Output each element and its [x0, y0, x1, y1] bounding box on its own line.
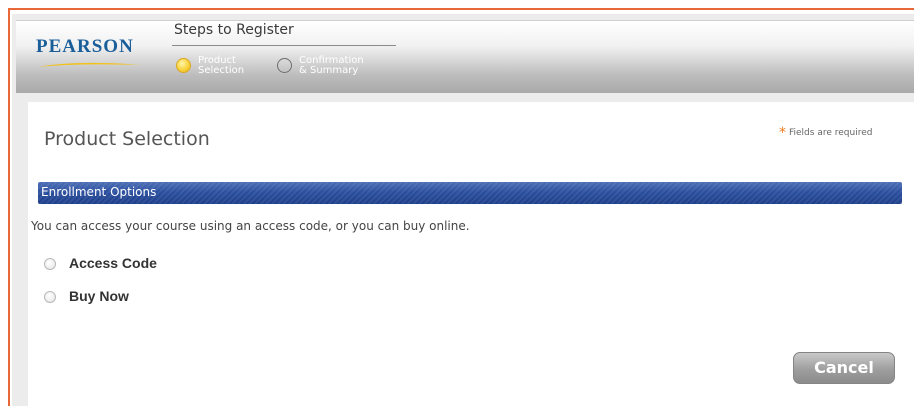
- required-fields-note: * Fields are required: [779, 125, 872, 141]
- required-note-text: Fields are required: [789, 128, 873, 138]
- registration-header: [16, 20, 914, 93]
- option-label[interactable]: Buy Now: [69, 288, 129, 304]
- access-code-radio[interactable]: [44, 258, 56, 270]
- pearson-logo: PEARSON: [30, 28, 150, 72]
- cancel-button[interactable]: Cancel: [793, 352, 895, 384]
- step-label: Product Selection: [198, 56, 278, 76]
- step-label: Confirmation & Summary: [299, 56, 379, 76]
- required-star-icon: *: [779, 125, 786, 141]
- logo-swoosh-icon: [38, 62, 142, 67]
- step-label-line2: Selection: [198, 65, 245, 76]
- enrollment-intro-text: You can access your course using an acce…: [31, 219, 470, 233]
- enrollment-section-bar: [38, 182, 902, 204]
- step-inactive-dot-icon: [277, 58, 292, 73]
- logo-text: PEARSON: [36, 36, 134, 57]
- steps-title: Steps to Register: [174, 22, 294, 38]
- section-title: Enrollment Options: [41, 185, 157, 199]
- buy-now-radio[interactable]: [44, 291, 56, 303]
- step-active-dot-icon: [176, 58, 191, 73]
- page-title: Product Selection: [44, 128, 210, 150]
- option-label[interactable]: Access Code: [69, 255, 157, 271]
- steps-divider: [172, 45, 396, 46]
- step-label-line2: & Summary: [299, 65, 359, 76]
